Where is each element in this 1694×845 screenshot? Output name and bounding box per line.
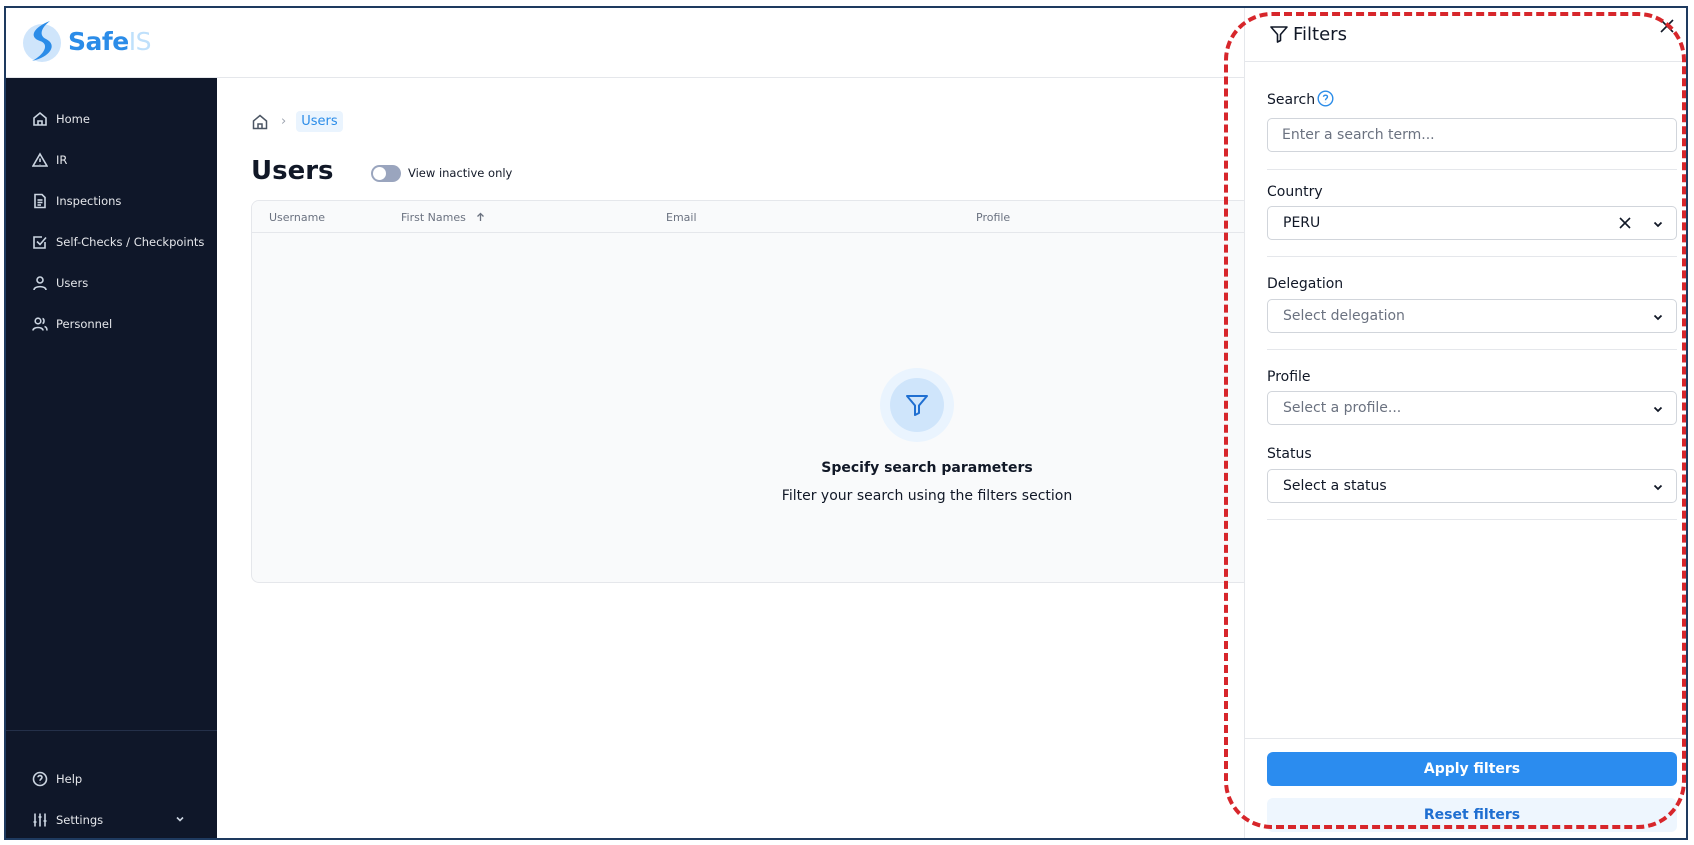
sidebar-item-self-checks[interactable]: Self-Checks / Checkpoints: [6, 224, 217, 260]
sort-ascending-icon: [476, 212, 484, 221]
brand-name: Safe: [68, 26, 129, 56]
home-icon: [33, 111, 47, 126]
divider: [1267, 256, 1677, 257]
search-label: Search: [1267, 92, 1316, 108]
chevron-down-icon: [1653, 314, 1663, 321]
sidebar-item-label: Personnel: [56, 317, 113, 331]
delegation-select[interactable]: Select delegation: [1267, 299, 1677, 333]
filter-icon: [906, 395, 928, 416]
filters-panel: Filters Search Country PERU Delegation S…: [1244, 8, 1686, 838]
view-inactive-toggle[interactable]: [371, 165, 401, 182]
status-placeholder: Select a status: [1283, 478, 1387, 494]
sidebar-item-ir[interactable]: IR: [6, 142, 217, 178]
delegation-label: Delegation: [1267, 276, 1344, 292]
checkbox-icon: [33, 236, 47, 249]
sidebar: Home IR Inspections Self-Checks / Checkp…: [6, 78, 217, 838]
document-icon: [34, 193, 46, 209]
panel-footer-divider: [1245, 738, 1686, 739]
chevron-down-icon: [1653, 221, 1663, 228]
sidebar-item-label: IR: [56, 153, 68, 167]
breadcrumb-current[interactable]: Users: [296, 111, 343, 132]
filters-title: Filters: [1293, 24, 1347, 45]
clear-icon[interactable]: [1618, 216, 1632, 230]
breadcrumb: › Users: [251, 111, 343, 132]
sidebar-item-label: Help: [56, 772, 83, 786]
status-label: Status: [1267, 446, 1312, 462]
profile-label: Profile: [1267, 369, 1311, 385]
user-icon: [33, 276, 47, 291]
help-circle-icon[interactable]: [1317, 90, 1334, 107]
divider: [1267, 349, 1677, 350]
sliders-icon: [33, 813, 47, 827]
sidebar-divider: [6, 730, 217, 731]
warning-icon: [32, 152, 48, 167]
breadcrumb-separator: ›: [281, 114, 287, 129]
sidebar-item-personnel[interactable]: Personnel: [6, 306, 217, 342]
delegation-placeholder: Select delegation: [1283, 308, 1405, 324]
column-header-email[interactable]: Email: [666, 211, 697, 224]
reset-filters-button[interactable]: Reset filters: [1267, 798, 1677, 832]
table-header: Username First Names Email Profile: [252, 201, 1250, 233]
sidebar-item-users[interactable]: Users: [6, 265, 217, 301]
country-value: PERU: [1283, 215, 1321, 231]
logo-icon: [23, 21, 61, 62]
sidebar-item-label: Inspections: [56, 194, 122, 208]
logo[interactable]: SafeIS: [20, 16, 151, 66]
help-circle-icon: [32, 771, 48, 787]
divider: [1267, 519, 1677, 520]
brand-suffix: IS: [128, 26, 152, 56]
toggle-knob: [373, 167, 386, 180]
users-icon: [32, 317, 48, 331]
profile-select[interactable]: Select a profile...: [1267, 391, 1677, 425]
close-icon[interactable]: [1659, 18, 1675, 34]
sidebar-item-label: Users: [56, 276, 89, 290]
filters-panel-header: Filters: [1245, 8, 1686, 62]
profile-placeholder: Select a profile...: [1283, 400, 1402, 416]
chevron-down-icon: [1653, 406, 1663, 413]
sidebar-item-help[interactable]: Help: [6, 761, 217, 797]
empty-state-badge: [880, 368, 954, 442]
chevron-down-icon: [1653, 484, 1663, 491]
column-header-profile[interactable]: Profile: [976, 211, 1010, 224]
sidebar-item-label: Settings: [56, 813, 104, 827]
column-header-username[interactable]: Username: [269, 211, 325, 224]
country-select[interactable]: PERU: [1267, 206, 1677, 240]
sidebar-item-settings[interactable]: Settings: [6, 802, 217, 838]
sidebar-item-inspections[interactable]: Inspections: [6, 183, 217, 219]
filter-icon: [1270, 26, 1288, 43]
search-input[interactable]: [1267, 118, 1677, 152]
sidebar-item-label: Self-Checks / Checkpoints: [56, 235, 205, 249]
users-table: Username First Names Email Profile: [251, 200, 1251, 583]
app-window: SafeIS Home IR Inspections Self-Checks /…: [4, 6, 1688, 840]
status-select[interactable]: Select a status: [1267, 469, 1677, 503]
apply-filters-button[interactable]: Apply filters: [1267, 752, 1677, 786]
chevron-down-icon: [176, 816, 184, 822]
page-title: Users: [251, 156, 334, 186]
divider: [1267, 169, 1677, 170]
column-header-first-names[interactable]: First Names: [401, 211, 485, 224]
home-icon[interactable]: [251, 113, 269, 131]
sidebar-item-label: Home: [56, 112, 90, 126]
sidebar-item-home[interactable]: Home: [6, 101, 217, 137]
view-inactive-label: View inactive only: [408, 166, 513, 180]
country-label: Country: [1267, 184, 1323, 200]
